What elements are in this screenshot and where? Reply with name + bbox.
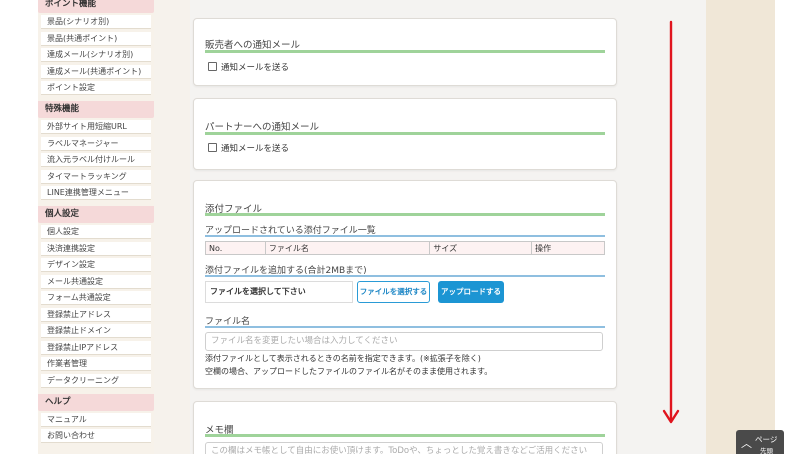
col-filename: ファイル名 — [264, 241, 431, 255]
seller-notify-checkbox[interactable] — [208, 62, 217, 71]
sidebar-item-mail-common[interactable]: メール共通設定 — [41, 274, 151, 289]
sidebar-item-gift-scenario[interactable]: 景品(シナリオ別) — [41, 15, 151, 29]
page-left-margin — [0, 0, 38, 454]
sidebar-item-data-cleaning[interactable]: データクリーニング — [41, 373, 151, 388]
table-header-row: No. ファイル名 サイズ 操作 — [205, 241, 605, 255]
sidebar-section-special: 特殊機能 — [38, 101, 154, 118]
sidebar-item-timer-tracking[interactable]: タイマートラッキング — [41, 169, 151, 184]
upload-button[interactable]: アップロードする — [438, 281, 504, 303]
page-top-sublabel: 先頭 — [760, 447, 773, 454]
sidebar-item-contact[interactable]: お問い合わせ — [41, 429, 151, 443]
col-size: サイズ — [429, 241, 533, 255]
partner-notify-checkbox[interactable] — [208, 143, 217, 152]
title-underline — [205, 132, 605, 135]
col-no: No. — [205, 241, 266, 255]
title-underline — [205, 434, 605, 437]
sidebar: ポイント機能 景品(シナリオ別) 景品(共通ポイント) 達成メール(シナリオ別)… — [38, 0, 154, 454]
seller-notify-title: 販売者への通知メール — [205, 40, 301, 51]
page-top-label: ページ — [755, 435, 778, 444]
sidebar-item-blocked-ip[interactable]: 登録禁止IPアドレス — [41, 340, 151, 355]
subtitle-underline — [205, 235, 605, 237]
sidebar-item-personal-settings[interactable]: 個人設定 — [41, 225, 151, 239]
title-underline — [205, 50, 605, 53]
col-operation: 操作 — [531, 241, 605, 255]
uploaded-files-table: No. ファイル名 サイズ 操作 — [205, 241, 605, 255]
sidebar-item-achieve-mail-common[interactable]: 達成メール(共通ポイント) — [41, 64, 151, 79]
sidebar-item-blocked-address[interactable]: 登録禁止アドレス — [41, 307, 151, 322]
sidebar-item-worker[interactable]: 作業者管理 — [41, 357, 151, 371]
filename-input[interactable]: ファイル名を変更したい場合は入力してください — [205, 332, 603, 351]
sidebar-item-achieve-mail-scenario[interactable]: 達成メール(シナリオ別) — [41, 48, 151, 62]
sidebar-item-payment[interactable]: 決済連携設定 — [41, 241, 151, 256]
sidebar-item-design[interactable]: デザイン設定 — [41, 258, 151, 272]
title-underline — [205, 213, 605, 216]
paper-texture-icon — [706, 0, 775, 454]
sidebar-item-form-common[interactable]: フォーム共通設定 — [41, 291, 151, 305]
main-content: 販売者への通知メール 通知メールを送る パートナーへの通知メール 通知メールを送… — [190, 0, 706, 454]
sidebar-section-point: ポイント機能 — [38, 0, 154, 13]
attachment-panel: 添付ファイル アップロードされている添付ファイル一覧 No. ファイル名 サイズ… — [193, 180, 617, 389]
sidebar-item-point-settings[interactable]: ポイント設定 — [41, 81, 151, 95]
sidebar-item-manual[interactable]: マニュアル — [41, 412, 151, 427]
seller-notify-panel: 販売者への通知メール 通知メールを送る — [193, 18, 617, 86]
partner-notify-panel: パートナーへの通知メール 通知メールを送る — [193, 98, 617, 170]
sidebar-item-line-menu[interactable]: LINE連携管理メニュー — [41, 186, 151, 200]
chevron-up-icon: ︿ — [741, 437, 752, 450]
sidebar-section-help: ヘルプ — [38, 393, 154, 411]
filename-hint-2: 空欄の場合、アップロードしたファイルのファイル名がそのまま使用されます。 — [205, 367, 493, 376]
subtitle-underline — [205, 275, 605, 277]
sidebar-item-gift-common[interactable]: 景品(共通ポイント) — [41, 31, 151, 46]
sidebar-section-personal: 個人設定 — [38, 206, 154, 223]
page-top-button[interactable]: ︿ ページ 先頭 — [736, 430, 784, 454]
memo-panel: メモ欄 この欄はメモ帳として自由にお使い頂けます。ToDoや、ちょっとした覚え書… — [193, 401, 617, 454]
subtitle-underline — [205, 326, 605, 328]
filename-hint-1: 添付ファイルとして表示されるときの名前を指定できます。(※拡張子を除く) — [205, 354, 481, 363]
partner-notify-title: パートナーへの通知メール — [205, 122, 320, 133]
sidebar-item-short-url[interactable]: 外部サイト用短縮URL — [41, 120, 151, 134]
sidebar-item-blocked-domain[interactable]: 登録禁止ドメイン — [41, 324, 151, 338]
sidebar-gap — [154, 0, 190, 454]
file-chooser-field[interactable]: ファイルを選択して下さい — [205, 281, 353, 303]
select-file-button[interactable]: ファイルを選択する — [357, 281, 430, 303]
partner-notify-checkbox-label: 通知メールを送る — [221, 144, 290, 154]
page-right-margin — [775, 0, 800, 454]
sidebar-item-label-manager[interactable]: ラベルマネージャー — [41, 136, 151, 151]
seller-notify-checkbox-label: 通知メールを送る — [221, 63, 290, 73]
decorative-background — [706, 0, 775, 454]
sidebar-item-label-rules[interactable]: 流入元ラベル付けルール — [41, 153, 151, 167]
red-down-arrow-icon — [662, 20, 680, 424]
memo-textarea[interactable]: この欄はメモ帳として自由にお使い頂けます。ToDoや、ちょっとした覚え書きなどご… — [205, 442, 603, 454]
